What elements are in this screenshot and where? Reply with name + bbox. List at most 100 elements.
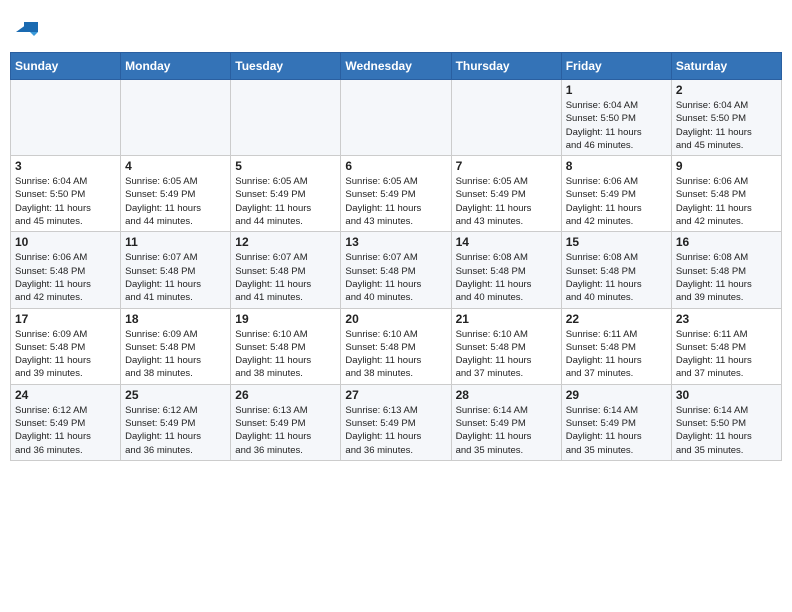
- calendar-cell: [341, 80, 451, 156]
- day-info: Sunrise: 6:13 AM Sunset: 5:49 PM Dayligh…: [345, 404, 446, 457]
- day-number: 21: [456, 312, 557, 326]
- day-info: Sunrise: 6:09 AM Sunset: 5:48 PM Dayligh…: [125, 328, 226, 381]
- calendar-week-row: 10 Sunrise: 6:06 AM Sunset: 5:48 PM Dayli…: [11, 232, 782, 308]
- day-info: Sunrise: 6:05 AM Sunset: 5:49 PM Dayligh…: [456, 175, 557, 228]
- day-info: Sunrise: 6:12 AM Sunset: 5:49 PM Dayligh…: [125, 404, 226, 457]
- day-info: Sunrise: 6:06 AM Sunset: 5:49 PM Dayligh…: [566, 175, 667, 228]
- day-number: 18: [125, 312, 226, 326]
- calendar-cell: 5Sunrise: 6:05 AM Sunset: 5:49 PM Daylig…: [231, 156, 341, 232]
- day-number: 6: [345, 159, 446, 173]
- calendar-cell: 29 Sunrise: 6:14 AM Sunset: 5:49 PM Dayli…: [561, 384, 671, 460]
- calendar-cell: [451, 80, 561, 156]
- day-info: Sunrise: 6:08 AM Sunset: 5:48 PM Dayligh…: [676, 251, 777, 304]
- day-info: Sunrise: 6:04 AM Sunset: 5:50 PM Dayligh…: [676, 99, 777, 152]
- weekday-header-row: SundayMondayTuesdayWednesdayThursdayFrid…: [11, 53, 782, 80]
- day-number: 28: [456, 388, 557, 402]
- day-number: 14: [456, 235, 557, 249]
- weekday-header-wednesday: Wednesday: [341, 53, 451, 80]
- calendar-cell: 13 Sunrise: 6:07 AM Sunset: 5:48 PM Dayli…: [341, 232, 451, 308]
- day-info: Sunrise: 6:14 AM Sunset: 5:49 PM Dayligh…: [566, 404, 667, 457]
- calendar-cell: [11, 80, 121, 156]
- calendar-week-row: 1Sunrise: 6:04 AM Sunset: 5:50 PM Daylig…: [11, 80, 782, 156]
- day-number: 17: [15, 312, 116, 326]
- day-info: Sunrise: 6:08 AM Sunset: 5:48 PM Dayligh…: [566, 251, 667, 304]
- day-number: 22: [566, 312, 667, 326]
- day-info: Sunrise: 6:10 AM Sunset: 5:48 PM Dayligh…: [456, 328, 557, 381]
- day-number: 26: [235, 388, 336, 402]
- day-number: 29: [566, 388, 667, 402]
- calendar-week-row: 17 Sunrise: 6:09 AM Sunset: 5:48 PM Dayli…: [11, 308, 782, 384]
- day-info: Sunrise: 6:07 AM Sunset: 5:48 PM Dayligh…: [125, 251, 226, 304]
- calendar-cell: 26 Sunrise: 6:13 AM Sunset: 5:49 PM Dayli…: [231, 384, 341, 460]
- calendar-cell: 16 Sunrise: 6:08 AM Sunset: 5:48 PM Dayli…: [671, 232, 781, 308]
- day-info: Sunrise: 6:08 AM Sunset: 5:48 PM Dayligh…: [456, 251, 557, 304]
- day-number: 5: [235, 159, 336, 173]
- weekday-header-friday: Friday: [561, 53, 671, 80]
- day-number: 30: [676, 388, 777, 402]
- calendar-cell: 21 Sunrise: 6:10 AM Sunset: 5:48 PM Dayli…: [451, 308, 561, 384]
- calendar-cell: 11 Sunrise: 6:07 AM Sunset: 5:48 PM Dayli…: [121, 232, 231, 308]
- day-info: Sunrise: 6:05 AM Sunset: 5:49 PM Dayligh…: [125, 175, 226, 228]
- day-info: Sunrise: 6:06 AM Sunset: 5:48 PM Dayligh…: [676, 175, 777, 228]
- day-number: 11: [125, 235, 226, 249]
- day-number: 23: [676, 312, 777, 326]
- day-info: Sunrise: 6:10 AM Sunset: 5:48 PM Dayligh…: [235, 328, 336, 381]
- day-number: 19: [235, 312, 336, 326]
- day-number: 10: [15, 235, 116, 249]
- calendar-cell: 23 Sunrise: 6:11 AM Sunset: 5:48 PM Dayli…: [671, 308, 781, 384]
- calendar-cell: 1Sunrise: 6:04 AM Sunset: 5:50 PM Daylig…: [561, 80, 671, 156]
- day-info: Sunrise: 6:13 AM Sunset: 5:49 PM Dayligh…: [235, 404, 336, 457]
- day-number: 16: [676, 235, 777, 249]
- calendar-cell: [231, 80, 341, 156]
- calendar-cell: 10 Sunrise: 6:06 AM Sunset: 5:48 PM Dayli…: [11, 232, 121, 308]
- day-info: Sunrise: 6:05 AM Sunset: 5:49 PM Dayligh…: [345, 175, 446, 228]
- calendar-cell: 14 Sunrise: 6:08 AM Sunset: 5:48 PM Dayli…: [451, 232, 561, 308]
- weekday-header-sunday: Sunday: [11, 53, 121, 80]
- calendar-cell: 22 Sunrise: 6:11 AM Sunset: 5:48 PM Dayli…: [561, 308, 671, 384]
- calendar-table: SundayMondayTuesdayWednesdayThursdayFrid…: [10, 52, 782, 461]
- calendar-cell: 30 Sunrise: 6:14 AM Sunset: 5:50 PM Dayli…: [671, 384, 781, 460]
- weekday-header-tuesday: Tuesday: [231, 53, 341, 80]
- calendar-cell: 3Sunrise: 6:04 AM Sunset: 5:50 PM Daylig…: [11, 156, 121, 232]
- logo-icon: [16, 18, 38, 40]
- logo: [14, 18, 38, 36]
- calendar-week-row: 24Sunrise: 6:12 AM Sunset: 5:49 PM Dayli…: [11, 384, 782, 460]
- calendar-cell: 28 Sunrise: 6:14 AM Sunset: 5:49 PM Dayli…: [451, 384, 561, 460]
- day-number: 15: [566, 235, 667, 249]
- day-info: Sunrise: 6:09 AM Sunset: 5:48 PM Dayligh…: [15, 328, 116, 381]
- day-info: Sunrise: 6:14 AM Sunset: 5:49 PM Dayligh…: [456, 404, 557, 457]
- day-info: Sunrise: 6:11 AM Sunset: 5:48 PM Dayligh…: [566, 328, 667, 381]
- weekday-header-thursday: Thursday: [451, 53, 561, 80]
- calendar-cell: [121, 80, 231, 156]
- day-number: 27: [345, 388, 446, 402]
- calendar-cell: 19 Sunrise: 6:10 AM Sunset: 5:48 PM Dayli…: [231, 308, 341, 384]
- day-info: Sunrise: 6:06 AM Sunset: 5:48 PM Dayligh…: [15, 251, 116, 304]
- page-header: [10, 10, 782, 44]
- day-info: Sunrise: 6:07 AM Sunset: 5:48 PM Dayligh…: [235, 251, 336, 304]
- day-number: 13: [345, 235, 446, 249]
- day-number: 25: [125, 388, 226, 402]
- day-info: Sunrise: 6:07 AM Sunset: 5:48 PM Dayligh…: [345, 251, 446, 304]
- calendar-cell: 6 Sunrise: 6:05 AM Sunset: 5:49 PM Daylig…: [341, 156, 451, 232]
- calendar-cell: 12 Sunrise: 6:07 AM Sunset: 5:48 PM Dayli…: [231, 232, 341, 308]
- day-info: Sunrise: 6:11 AM Sunset: 5:48 PM Dayligh…: [676, 328, 777, 381]
- calendar-cell: 2 Sunrise: 6:04 AM Sunset: 5:50 PM Daylig…: [671, 80, 781, 156]
- day-number: 9: [676, 159, 777, 173]
- calendar-week-row: 3Sunrise: 6:04 AM Sunset: 5:50 PM Daylig…: [11, 156, 782, 232]
- day-info: Sunrise: 6:04 AM Sunset: 5:50 PM Dayligh…: [566, 99, 667, 152]
- weekday-header-saturday: Saturday: [671, 53, 781, 80]
- day-number: 12: [235, 235, 336, 249]
- day-number: 4: [125, 159, 226, 173]
- calendar-cell: 15 Sunrise: 6:08 AM Sunset: 5:48 PM Dayli…: [561, 232, 671, 308]
- calendar-cell: 24Sunrise: 6:12 AM Sunset: 5:49 PM Dayli…: [11, 384, 121, 460]
- day-info: Sunrise: 6:12 AM Sunset: 5:49 PM Dayligh…: [15, 404, 116, 457]
- calendar-cell: 7Sunrise: 6:05 AM Sunset: 5:49 PM Daylig…: [451, 156, 561, 232]
- day-info: Sunrise: 6:04 AM Sunset: 5:50 PM Dayligh…: [15, 175, 116, 228]
- calendar-cell: 18 Sunrise: 6:09 AM Sunset: 5:48 PM Dayli…: [121, 308, 231, 384]
- day-number: 2: [676, 83, 777, 97]
- calendar-cell: 20Sunrise: 6:10 AM Sunset: 5:48 PM Dayli…: [341, 308, 451, 384]
- weekday-header-monday: Monday: [121, 53, 231, 80]
- day-info: Sunrise: 6:14 AM Sunset: 5:50 PM Dayligh…: [676, 404, 777, 457]
- calendar-cell: 25 Sunrise: 6:12 AM Sunset: 5:49 PM Dayli…: [121, 384, 231, 460]
- day-number: 8: [566, 159, 667, 173]
